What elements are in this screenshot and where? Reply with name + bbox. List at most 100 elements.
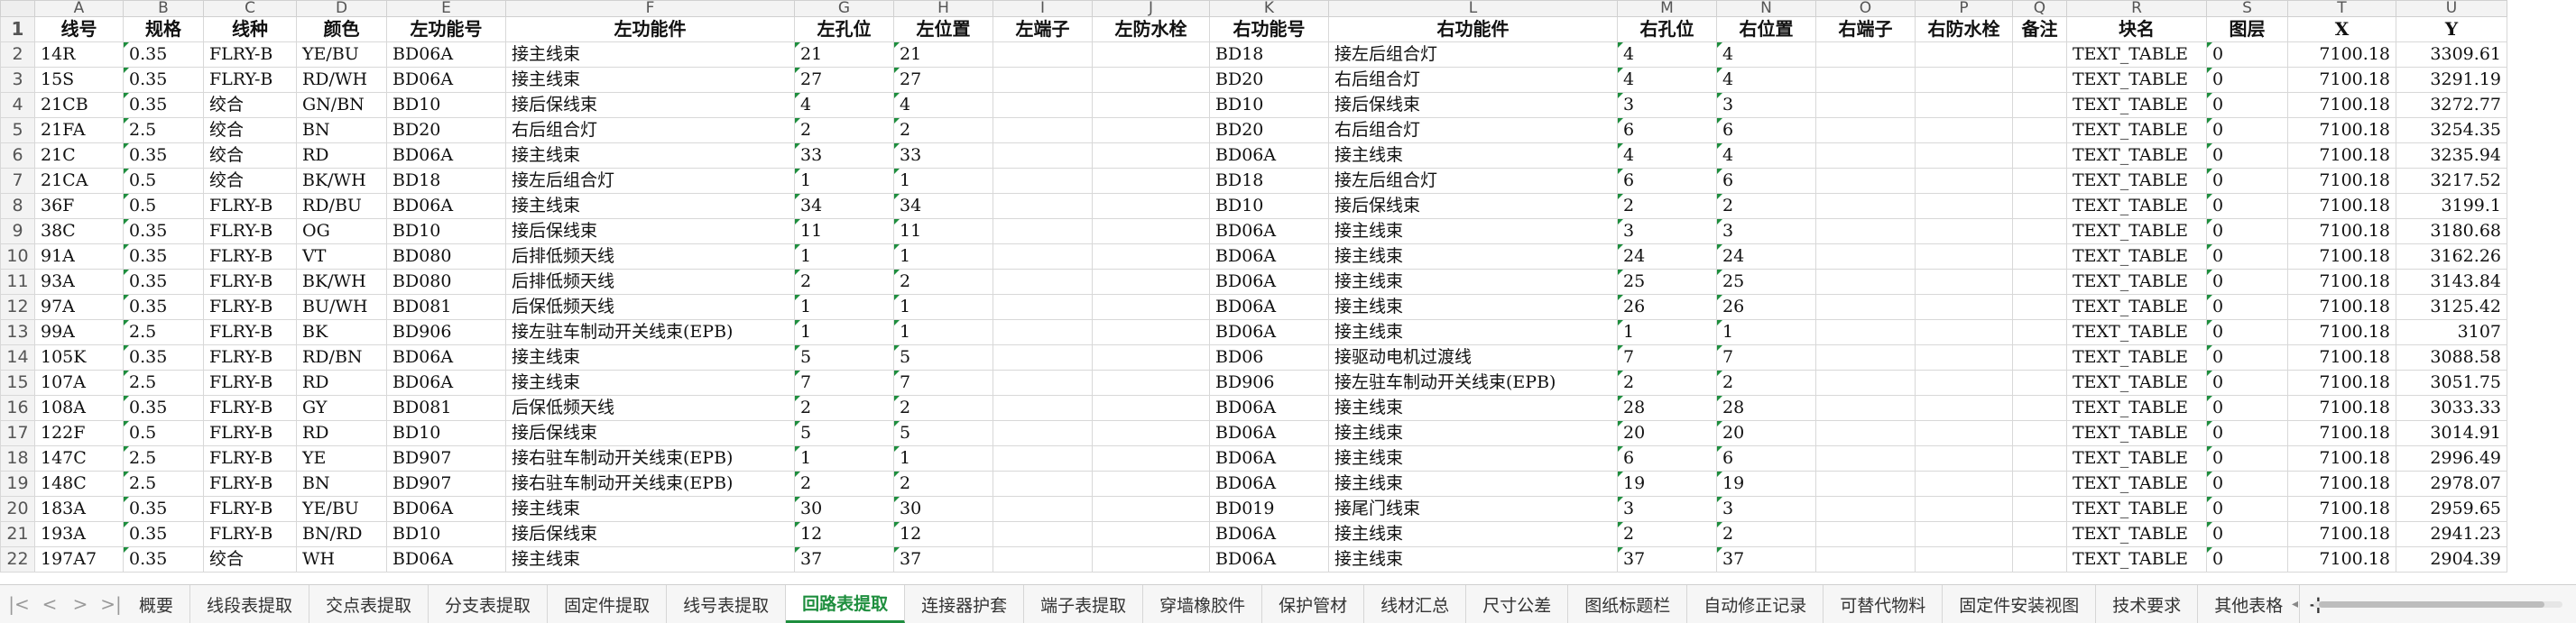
table-cell[interactable]: 3291.19 — [2396, 67, 2507, 93]
table-cell[interactable]: 12 — [794, 521, 894, 547]
row-number[interactable]: 18 — [0, 445, 35, 472]
table-cell[interactable]: 6 — [1716, 445, 1816, 472]
table-cell[interactable]: 26 — [1617, 294, 1717, 320]
table-cell[interactable]: 0.35 — [123, 496, 204, 522]
column-header-s[interactable]: S — [2206, 0, 2288, 17]
table-cell[interactable]: 107A — [34, 370, 124, 396]
table-cell[interactable]: TEXT_TABLE — [2066, 420, 2207, 446]
sheet-tab[interactable]: 线号表提取 — [667, 585, 787, 623]
scroll-thumb[interactable] — [2319, 601, 2544, 608]
table-cell[interactable]: 接主线束 — [505, 344, 795, 371]
sheet-tab[interactable]: 固定件安装视图 — [1943, 585, 2097, 623]
table-cell[interactable] — [993, 546, 1093, 573]
table-cell[interactable]: 4 — [794, 92, 894, 118]
table-cell[interactable]: 3199.1 — [2396, 193, 2507, 219]
table-cell[interactable] — [1915, 319, 2013, 345]
table-cell[interactable]: 38C — [34, 218, 124, 244]
table-cell[interactable]: 0 — [2206, 521, 2288, 547]
table-cell[interactable]: 0 — [2206, 67, 2288, 93]
table-cell[interactable]: 15S — [34, 67, 124, 93]
table-cell[interactable] — [993, 496, 1093, 522]
sheet-tab[interactable]: 其他表格 — [2198, 585, 2301, 623]
table-cell[interactable]: GY — [296, 395, 387, 421]
table-cell[interactable]: 0 — [2206, 395, 2288, 421]
table-cell[interactable]: 2 — [794, 269, 894, 295]
table-cell[interactable] — [1915, 370, 2013, 396]
table-cell[interactable]: 4 — [1617, 142, 1717, 169]
table-cell[interactable]: 7100.18 — [2287, 243, 2396, 270]
column-header-d[interactable]: D — [296, 0, 387, 17]
table-cell[interactable]: RD — [296, 142, 387, 169]
table-cell[interactable]: TEXT_TABLE — [2066, 395, 2207, 421]
table-cell[interactable]: 6 — [1716, 117, 1816, 143]
table-cell[interactable]: 1 — [893, 445, 993, 472]
table-cell[interactable]: 接主线束 — [1328, 142, 1618, 169]
table-cell[interactable]: 27 — [794, 67, 894, 93]
table-cell[interactable]: TEXT_TABLE — [2066, 243, 2207, 270]
table-cell[interactable] — [993, 445, 1093, 472]
table-cell[interactable]: BD06 — [1209, 344, 1329, 371]
table-cell[interactable] — [1815, 420, 1916, 446]
table-cell[interactable]: 接主线束 — [1328, 546, 1618, 573]
table-cell[interactable]: 6 — [1617, 445, 1717, 472]
table-cell[interactable]: 0.35 — [123, 243, 204, 270]
table-cell[interactable]: 0.35 — [123, 142, 204, 169]
table-cell[interactable]: 接主线束 — [1328, 445, 1618, 472]
table-cell[interactable]: 接后保线束 — [505, 92, 795, 118]
table-cell[interactable]: 105K — [34, 344, 124, 371]
table-cell[interactable]: 2 — [1617, 521, 1717, 547]
table-cell[interactable]: 148C — [34, 471, 124, 497]
table-cell[interactable]: OG — [296, 218, 387, 244]
table-cell[interactable]: 0 — [2206, 218, 2288, 244]
table-cell[interactable]: 21CA — [34, 168, 124, 194]
table-cell[interactable] — [1092, 218, 1210, 244]
table-cell[interactable]: 接主线束 — [505, 41, 795, 68]
table-cell[interactable]: BD18 — [1209, 41, 1329, 68]
table-cell[interactable]: 接后保线束 — [505, 218, 795, 244]
header-cell[interactable]: 块名 — [2066, 16, 2207, 42]
table-cell[interactable]: 3 — [1617, 218, 1717, 244]
sheet-tab[interactable]: 保护管材 — [1262, 585, 1365, 623]
row-number[interactable]: 14 — [0, 344, 35, 371]
table-cell[interactable]: 27 — [893, 67, 993, 93]
table-cell[interactable]: 3 — [1716, 218, 1816, 244]
table-cell[interactable] — [1815, 243, 1916, 270]
row-number[interactable]: 22 — [0, 546, 35, 573]
table-cell[interactable]: 147C — [34, 445, 124, 472]
table-cell[interactable] — [2012, 41, 2067, 68]
table-cell[interactable]: 0 — [2206, 471, 2288, 497]
table-cell[interactable]: 右后组合灯 — [1328, 117, 1618, 143]
header-cell[interactable]: 备注 — [2012, 16, 2067, 42]
table-cell[interactable]: 0.35 — [123, 218, 204, 244]
table-cell[interactable]: 2 — [1716, 370, 1816, 396]
table-cell[interactable]: 2 — [893, 395, 993, 421]
table-cell[interactable]: WH — [296, 546, 387, 573]
table-cell[interactable]: 绞合 — [203, 546, 297, 573]
table-cell[interactable]: YE — [296, 445, 387, 472]
table-cell[interactable]: 7100.18 — [2287, 420, 2396, 446]
table-cell[interactable]: 0 — [2206, 344, 2288, 371]
sheet-tab[interactable]: 端子表提取 — [1024, 585, 1144, 623]
table-cell[interactable]: RD — [296, 420, 387, 446]
table-cell[interactable]: RD/BN — [296, 344, 387, 371]
table-cell[interactable] — [993, 92, 1093, 118]
table-cell[interactable] — [1915, 471, 2013, 497]
table-cell[interactable]: TEXT_TABLE — [2066, 193, 2207, 219]
table-cell[interactable]: 接主线束 — [1328, 218, 1618, 244]
table-cell[interactable] — [1092, 193, 1210, 219]
table-cell[interactable]: BD06A — [386, 193, 506, 219]
table-cell[interactable]: TEXT_TABLE — [2066, 496, 2207, 522]
table-cell[interactable]: 30 — [794, 496, 894, 522]
table-cell[interactable]: 1 — [794, 243, 894, 270]
table-cell[interactable]: TEXT_TABLE — [2066, 445, 2207, 472]
table-cell[interactable] — [1092, 370, 1210, 396]
table-cell[interactable]: 20 — [1716, 420, 1816, 446]
table-cell[interactable]: 7100.18 — [2287, 142, 2396, 169]
row-number[interactable]: 19 — [0, 471, 35, 497]
column-header-q[interactable]: Q — [2012, 0, 2067, 17]
table-cell[interactable]: 3254.35 — [2396, 117, 2507, 143]
table-cell[interactable]: 21 — [893, 41, 993, 68]
table-cell[interactable]: 7100.18 — [2287, 521, 2396, 547]
sheet-tab[interactable]: 尺寸公差 — [1466, 585, 1569, 623]
table-cell[interactable]: 接主线束 — [1328, 319, 1618, 345]
